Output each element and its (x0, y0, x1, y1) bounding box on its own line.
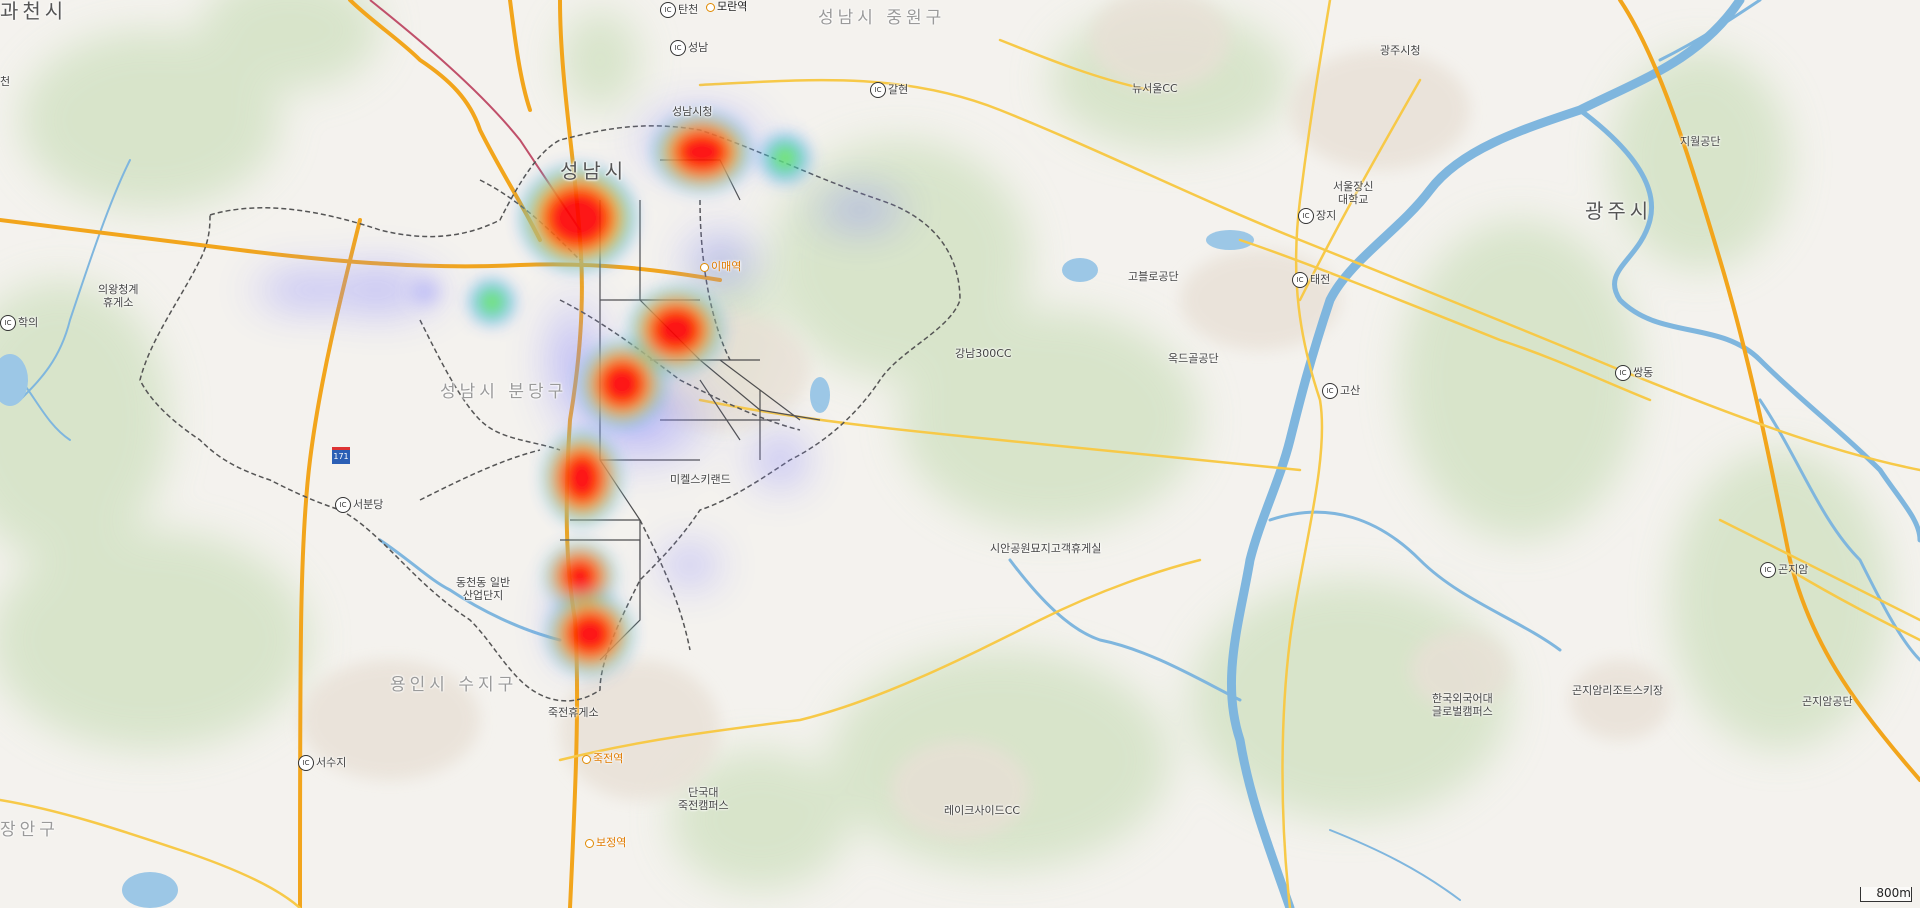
district-label-jungwon: 성남시 중원구 (818, 8, 946, 28)
ic-label-seongnam: IC 성남 (670, 40, 708, 56)
map-view[interactable]: 과천시 천 성남시 광주시 성남시 중원구 성남시 분당구 용인시 수지구 장안… (0, 0, 1920, 908)
ic-name: 쌍동 (1633, 366, 1654, 379)
station-name: 죽전역 (593, 752, 624, 765)
ic-icon: IC (298, 755, 314, 771)
ic-name: 성남 (688, 41, 709, 54)
ic-label-seobundang: IC 서분당 (335, 497, 383, 513)
heat-spot-mid-east (757, 130, 813, 186)
ic-label-jangji: IC 장지 (1298, 208, 1336, 224)
poi-michael-kirland: 미켈스키랜드 (670, 473, 731, 486)
ic-icon: IC (670, 40, 686, 56)
poi-gonjiam-resort: 곤지암리조트스키장 (1572, 684, 1664, 697)
ic-label-tancheon: IC 탄천 (660, 2, 698, 18)
city-label-gwacheon: 과천시 (0, 0, 68, 23)
ic-name: 고산 (1340, 384, 1361, 397)
poi-dongcheon: 동천동 일반 산업단지 (456, 576, 511, 602)
heatmap-layer (240, 95, 920, 680)
district-label-jangan: 장안구 (0, 820, 59, 840)
ic-label-gonjiam: IC 곤지암 (1760, 562, 1808, 578)
poi-uiwang-rest: 의왕청계 휴게소 (98, 283, 139, 309)
ic-label-galhyeon: IC 갈현 (870, 82, 908, 98)
poi-gonjiam-industrial: 곤지암공단 (1802, 695, 1853, 708)
poi-seoulsinhak: 서울장신 대학교 (1333, 180, 1374, 206)
city-label-seongnam: 성남시 (560, 159, 628, 183)
poi-sian-rest: 시안공원묘지고객휴게실 (990, 542, 1102, 555)
ic-icon: IC (1298, 208, 1314, 224)
station-label-moran: 모란역 (706, 0, 747, 13)
route-badge: 171 (332, 447, 350, 464)
city-label-gwangju: 광주시 (1585, 199, 1653, 223)
ic-icon: IC (1615, 365, 1631, 381)
ic-icon: IC (1322, 383, 1338, 399)
scale-bar: 800m (1860, 887, 1912, 902)
station-icon (582, 754, 591, 764)
ic-label-seosuji: IC 서수지 (298, 755, 346, 771)
station-name: 이매역 (711, 260, 742, 273)
station-icon (706, 2, 715, 12)
heat-spot-jeongja (542, 430, 622, 526)
ic-icon: IC (335, 497, 351, 513)
station-name: 모란역 (717, 0, 748, 13)
ic-name: 탄천 (678, 3, 699, 16)
place-label-top-left: 천 (0, 75, 11, 88)
ic-name: 서분당 (353, 498, 384, 511)
ic-icon: IC (1760, 562, 1776, 578)
ic-name: 태전 (1310, 273, 1331, 286)
district-label-suji: 용인시 수지구 (390, 675, 518, 695)
heat-spot-seohyeon (578, 340, 666, 428)
poi-jiwol: 지월공단 (1680, 135, 1721, 148)
ic-label-taejeon: IC 태전 (1292, 272, 1330, 288)
poi-gangnam300: 강남300CC (955, 347, 1012, 360)
ic-name: 서수지 (316, 756, 347, 769)
ic-name: 장지 (1316, 209, 1337, 222)
ic-label-gosan: IC 고산 (1322, 383, 1360, 399)
poi-dankook: 단국대 죽전캠퍼스 (678, 786, 729, 812)
ic-label-hakui: IC 학의 (0, 315, 38, 331)
poi-goburo: 고블로공단 (1128, 270, 1179, 283)
station-label-imae: 이매역 (700, 260, 741, 273)
station-label-jukjeon: 죽전역 (582, 752, 623, 765)
station-name: 보정역 (596, 836, 627, 849)
poi-lakeside: 레이크사이드CC (944, 804, 1021, 817)
poi-seongnam-cityhall: 성남시청 (672, 105, 713, 118)
ic-name: 곤지암 (1778, 563, 1809, 576)
ic-icon: IC (1292, 272, 1308, 288)
ic-name: 학의 (18, 316, 39, 329)
ic-label-ssangdong: IC 쌍동 (1615, 365, 1653, 381)
ic-icon: IC (0, 315, 16, 331)
station-label-bojeong: 보정역 (585, 836, 626, 849)
station-icon (700, 262, 709, 272)
ic-name: 갈현 (888, 83, 909, 96)
district-label-bundang: 성남시 분당구 (440, 382, 568, 402)
poi-gwangju-cityhall: 광주시청 (1380, 44, 1421, 57)
poi-jukjeon-rest: 죽전휴게소 (548, 706, 599, 719)
heat-spot-mid-west (466, 276, 518, 328)
ic-icon: IC (870, 82, 886, 98)
poi-newseoul-cc: 뉴서울CC (1132, 82, 1178, 95)
heat-spot-jukjeon (546, 592, 634, 676)
poi-hufs: 한국외국어대 글로벌캠퍼스 (1432, 692, 1493, 718)
poi-okdeok: 옥드골공단 (1168, 352, 1219, 365)
heat-spot-seongnam-cityhall (652, 112, 752, 192)
ic-icon: IC (660, 2, 676, 18)
station-icon (585, 838, 594, 848)
